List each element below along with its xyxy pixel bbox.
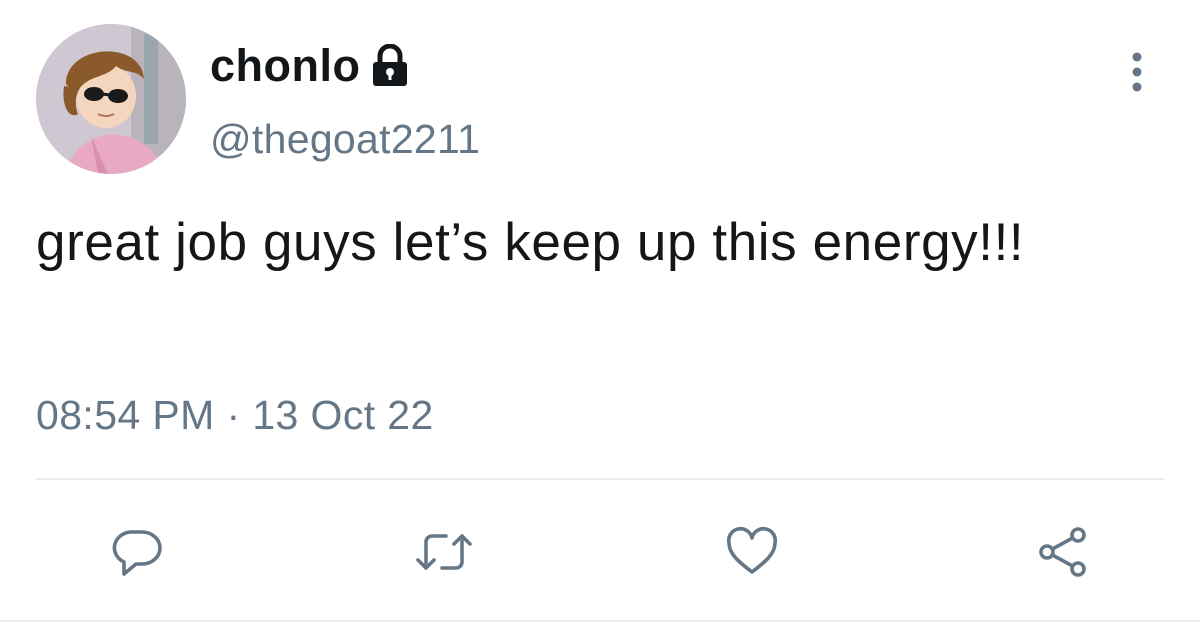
avatar-image (36, 24, 186, 174)
share-button[interactable] (1032, 520, 1096, 584)
share-icon (1039, 527, 1086, 577)
tweet-timestamp[interactable]: 08:54 PM · 13 Oct 22 (36, 392, 434, 439)
bottom-divider (0, 620, 1200, 622)
heart-icon (726, 526, 778, 574)
retweet-icon (416, 534, 472, 570)
like-button[interactable] (720, 520, 784, 584)
avatar[interactable] (36, 24, 186, 174)
retweet-button[interactable] (412, 520, 476, 584)
reply-icon (112, 530, 162, 576)
tweet-card: chonlo @thegoat2211 great job guys let’s… (0, 0, 1200, 638)
tweet-text: great job guys let’s keep up this energy… (36, 213, 1025, 272)
reply-button[interactable] (104, 520, 168, 584)
author-handle[interactable]: @thegoat2211 (210, 116, 480, 163)
lock-icon (370, 43, 410, 88)
author-name-row[interactable]: chonlo (210, 38, 410, 94)
divider (36, 478, 1164, 480)
more-vertical-icon[interactable] (1122, 50, 1152, 94)
display-name[interactable]: chonlo (210, 40, 360, 92)
